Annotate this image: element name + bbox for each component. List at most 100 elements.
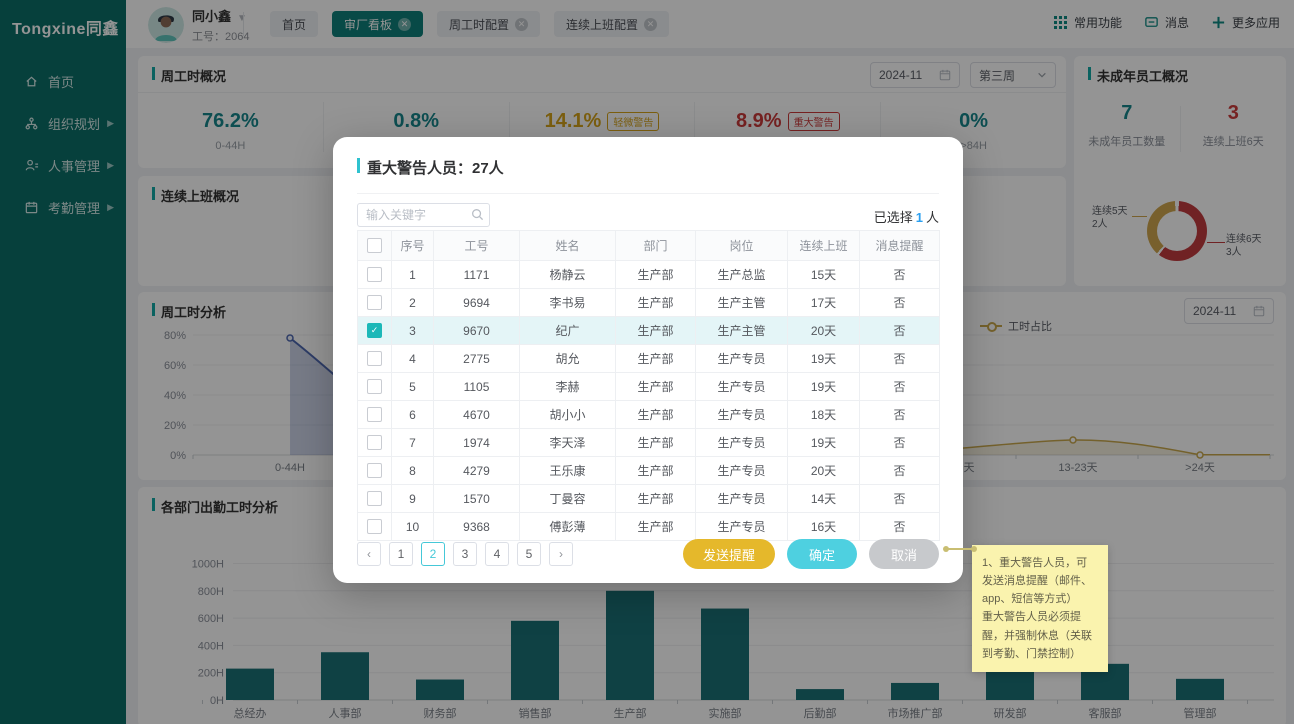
cell-name: 傅彭薄 <box>520 513 616 541</box>
cell-post: 生产专员 <box>696 345 788 373</box>
cancel-button[interactable]: 取消 <box>869 539 939 569</box>
cell-days: 17天 <box>788 289 860 317</box>
cell-dept: 生产部 <box>616 401 696 429</box>
table-row: 51105李赫生产部生产专员19天否 <box>358 373 940 401</box>
cell-no: 10 <box>392 513 434 541</box>
cell-notify: 否 <box>860 345 940 373</box>
cell-name: 胡允 <box>520 345 616 373</box>
cell-dept: 生产部 <box>616 317 696 345</box>
column-header: 部门 <box>616 231 696 261</box>
cell-notify: 否 <box>860 401 940 429</box>
cell-no: 9 <box>392 485 434 513</box>
column-header: 连续上班 <box>788 231 860 261</box>
cell-no: 5 <box>392 373 434 401</box>
cell-id: 4670 <box>434 401 520 429</box>
row-checkbox[interactable] <box>367 351 382 366</box>
column-header: 岗位 <box>696 231 788 261</box>
cell-days: 19天 <box>788 429 860 457</box>
cell-post: 生产专员 <box>696 429 788 457</box>
cell-notify: 否 <box>860 317 940 345</box>
page-button-3[interactable]: 3 <box>453 542 477 566</box>
cell-no: 7 <box>392 429 434 457</box>
modal-buttons: 发送提醒 确定 取消 <box>683 539 939 569</box>
send-reminder-button[interactable]: 发送提醒 <box>683 539 775 569</box>
cell-id: 1570 <box>434 485 520 513</box>
table-row: 64670胡小小生产部生产专员18天否 <box>358 401 940 429</box>
cell-name: 杨静云 <box>520 261 616 289</box>
table-row: 71974李天泽生产部生产专员19天否 <box>358 429 940 457</box>
cell-days: 19天 <box>788 345 860 373</box>
cell-days: 16天 <box>788 513 860 541</box>
cell-name: 李天泽 <box>520 429 616 457</box>
row-checkbox[interactable] <box>367 519 382 534</box>
row-checkbox[interactable] <box>367 407 382 422</box>
column-header: 消息提醒 <box>860 231 940 261</box>
cell-days: 20天 <box>788 457 860 485</box>
cell-dept: 生产部 <box>616 513 696 541</box>
modal-footer: ‹ 12345 › 发送提醒 确定 取消 <box>357 539 939 569</box>
page-button-4[interactable]: 4 <box>485 542 509 566</box>
cell-dept: 生产部 <box>616 373 696 401</box>
cell-notify: 否 <box>860 485 940 513</box>
cell-post: 生产专员 <box>696 457 788 485</box>
cell-id: 9694 <box>434 289 520 317</box>
cell-id: 9670 <box>434 317 520 345</box>
row-checkbox[interactable] <box>367 295 382 310</box>
cell-name: 丁曼容 <box>520 485 616 513</box>
cell-post: 生产专员 <box>696 513 788 541</box>
cell-no: 8 <box>392 457 434 485</box>
cell-post: 生产专员 <box>696 373 788 401</box>
warning-table: 序号工号姓名部门岗位连续上班消息提醒 11171杨静云生产部生产总监15天否29… <box>357 230 940 541</box>
row-checkbox[interactable] <box>367 463 382 478</box>
cell-name: 李赫 <box>520 373 616 401</box>
cell-dept: 生产部 <box>616 429 696 457</box>
note-connector-line <box>947 548 974 550</box>
cell-name: 纪广 <box>520 317 616 345</box>
confirm-button[interactable]: 确定 <box>787 539 857 569</box>
cell-post: 生产总监 <box>696 261 788 289</box>
cell-post: 生产专员 <box>696 485 788 513</box>
page-button-1[interactable]: 1 <box>389 542 413 566</box>
cell-dept: 生产部 <box>616 457 696 485</box>
cell-no: 2 <box>392 289 434 317</box>
page-button-2[interactable]: 2 <box>421 542 445 566</box>
selected-count: 已选择1人 <box>874 207 939 226</box>
cell-id: 1105 <box>434 373 520 401</box>
cell-no: 3 <box>392 317 434 345</box>
cell-no: 4 <box>392 345 434 373</box>
cell-notify: 否 <box>860 289 940 317</box>
cell-dept: 生产部 <box>616 345 696 373</box>
select-all-checkbox[interactable] <box>367 238 382 253</box>
cell-dept: 生产部 <box>616 485 696 513</box>
table-row: 91570丁曼容生产部生产专员14天否 <box>358 485 940 513</box>
cell-days: 14天 <box>788 485 860 513</box>
sticky-note: 1、重大警告人员，可发送消息提醒（邮件、app、短信等方式） 重大警告人员必须提… <box>972 545 1108 672</box>
row-checkbox[interactable] <box>367 435 382 450</box>
row-checkbox[interactable]: ✓ <box>367 323 382 338</box>
cell-days: 15天 <box>788 261 860 289</box>
cell-notify: 否 <box>860 513 940 541</box>
row-checkbox[interactable] <box>367 491 382 506</box>
prev-page-button[interactable]: ‹ <box>357 542 381 566</box>
row-checkbox[interactable] <box>367 379 382 394</box>
page-button-5[interactable]: 5 <box>517 542 541 566</box>
note-paragraph: 重大警告人员必须提醒，并强制休息（关联到考勤、门禁控制） <box>982 608 1098 662</box>
cell-id: 1171 <box>434 261 520 289</box>
table-row: 11171杨静云生产部生产总监15天否 <box>358 261 940 289</box>
cell-no: 1 <box>392 261 434 289</box>
cell-id: 2775 <box>434 345 520 373</box>
table-row: 109368傅彭薄生产部生产专员16天否 <box>358 513 940 541</box>
next-page-button[interactable]: › <box>549 542 573 566</box>
cell-id: 1974 <box>434 429 520 457</box>
row-checkbox[interactable] <box>367 267 382 282</box>
column-header: 工号 <box>434 231 520 261</box>
note-paragraph: 1、重大警告人员，可发送消息提醒（邮件、app、短信等方式） <box>982 554 1098 608</box>
cell-name: 李书易 <box>520 289 616 317</box>
cell-post: 生产专员 <box>696 401 788 429</box>
cell-no: 6 <box>392 401 434 429</box>
column-header: 序号 <box>392 231 434 261</box>
cell-days: 20天 <box>788 317 860 345</box>
modal-title: 重大警告人员：27人 <box>357 157 504 178</box>
table-header-row: 序号工号姓名部门岗位连续上班消息提醒 <box>358 231 940 261</box>
cell-notify: 否 <box>860 261 940 289</box>
